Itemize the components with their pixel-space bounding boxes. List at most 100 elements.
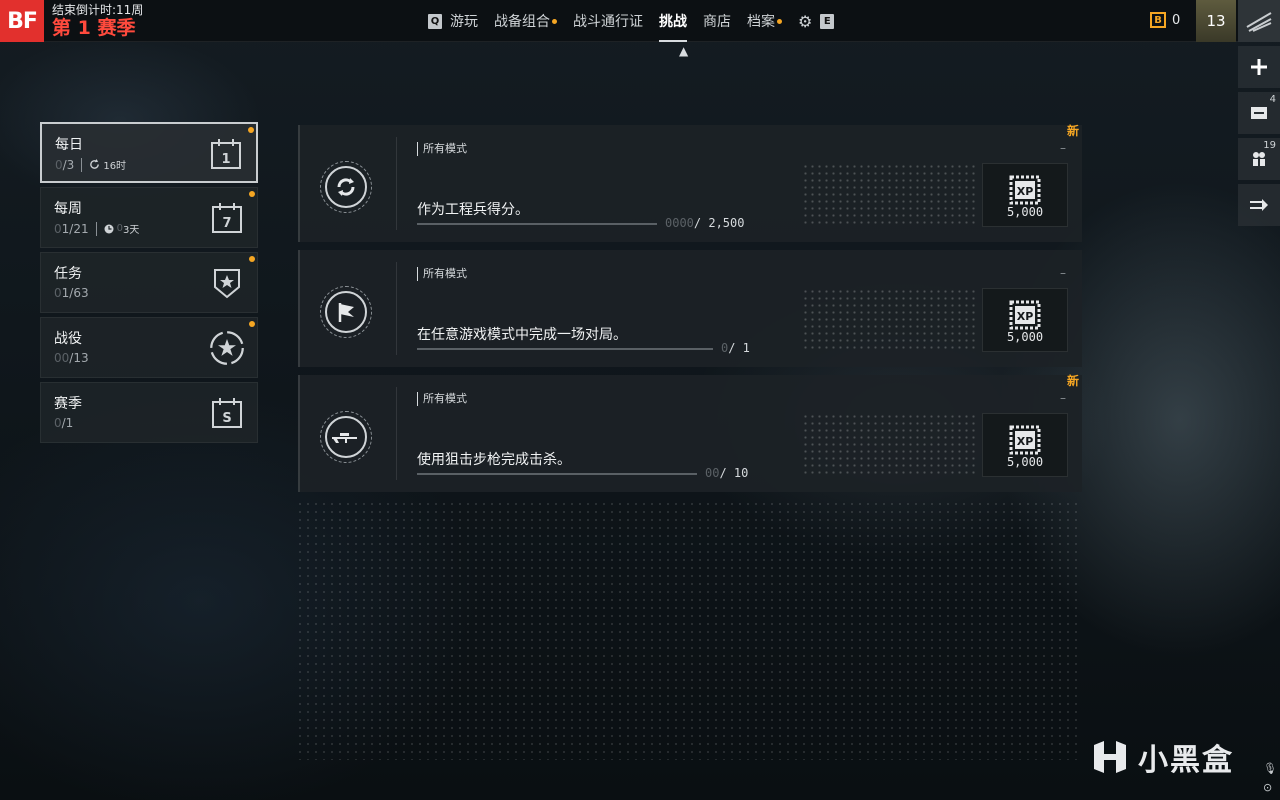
- notification-dot: [249, 256, 255, 262]
- bf-logo: BF: [0, 0, 44, 42]
- reset-timer: 16时: [89, 157, 126, 172]
- challenge-list: 新 – 所有模式 作为工程兵得分。 0000/ 2,500 XP 5,000 –…: [298, 124, 1082, 500]
- new-badge: 新: [1066, 124, 1079, 138]
- squad-count: 19: [1263, 140, 1276, 151]
- nav-store[interactable]: 商店: [703, 0, 731, 42]
- nav-battle-pass[interactable]: 战斗通行证: [573, 0, 643, 42]
- notification-dot: [777, 18, 782, 24]
- challenge-category-tabs: 每日 0/3 16时 1 每周 0 1/21 0 3天 7 任务 0 1/63 …: [40, 122, 258, 447]
- player-level[interactable]: 13: [1196, 0, 1236, 42]
- gear-icon[interactable]: ⚙: [798, 12, 812, 31]
- xp-amount: 5,000: [1006, 455, 1044, 469]
- season-info: 结束倒计时:11周 第 1 赛季: [52, 3, 143, 39]
- shield-star-icon: [214, 269, 240, 299]
- challenge-description: 使用狙击步枪完成击杀。: [417, 452, 571, 468]
- xp-reward: XP 5,000: [982, 163, 1068, 227]
- nav-next-key[interactable]: E: [820, 13, 835, 29]
- challenge-mode: 所有模式: [417, 392, 467, 406]
- player-emblem-icon[interactable]: [1238, 0, 1280, 42]
- challenge-description: 在任意游戏模式中完成一场对局。: [417, 327, 627, 343]
- microphone-icon[interactable]: 🎙: [1263, 762, 1277, 775]
- xp-amount: 5,000: [1006, 330, 1044, 344]
- card-status: –: [1060, 391, 1066, 405]
- xp-amount: 5,000: [1006, 205, 1044, 219]
- plus-icon: [1251, 59, 1267, 75]
- notification-dot: [249, 191, 255, 197]
- card-status: –: [1060, 266, 1066, 280]
- calendar-daily-icon: 1: [211, 139, 241, 169]
- challenge-card[interactable]: 新 – 所有模式 作为工程兵得分。 0000/ 2,500 XP 5,000: [298, 124, 1082, 242]
- nav-loadout[interactable]: 战备组合: [494, 0, 557, 42]
- calendar-weekly-icon: 7: [212, 203, 242, 233]
- challenge-mode: 所有模式: [417, 142, 467, 156]
- target-star-icon: [210, 331, 244, 365]
- challenge-badge: [320, 286, 372, 338]
- nav-challenges[interactable]: 挑战: [659, 0, 687, 42]
- engineer-repair-icon: [337, 178, 355, 196]
- svg-text:1: 1: [221, 152, 230, 167]
- watermark-text: 小黑盒: [1138, 743, 1234, 778]
- divider: [396, 137, 397, 230]
- divider: [396, 262, 397, 355]
- squad-icon: [1253, 152, 1265, 166]
- nav-play[interactable]: 游玩: [450, 0, 478, 42]
- nav-profile[interactable]: 档案: [747, 0, 782, 42]
- notification-dot: [249, 321, 255, 327]
- dot-pattern: [802, 163, 978, 225]
- challenge-mode: 所有模式: [417, 267, 467, 281]
- mail-icon: [1251, 107, 1267, 119]
- active-tab-caret-icon: ▲: [679, 44, 689, 58]
- challenge-card[interactable]: 新 – 所有模式 使用狙击步枪完成击杀。 00/ 10 XP 5,000: [298, 374, 1082, 492]
- svg-text:XP: XP: [1017, 310, 1034, 323]
- main-nav: Q 游玩 战备组合 战斗通行证 挑战 商店 档案 ⚙ E: [428, 0, 835, 42]
- tab-daily[interactable]: 每日 0/3 16时 1: [40, 122, 258, 183]
- mail-count: 4: [1269, 94, 1276, 105]
- squad-button[interactable]: 19: [1238, 138, 1280, 180]
- divider: [81, 157, 83, 172]
- xp-reward: XP 5,000: [982, 288, 1068, 352]
- svg-text:S: S: [222, 411, 231, 426]
- sniper-rifle-icon: [332, 433, 357, 443]
- currency-value: 0: [1172, 12, 1181, 28]
- new-badge: 新: [1066, 374, 1079, 388]
- svg-text:XP: XP: [1017, 185, 1034, 198]
- flag-icon: [338, 303, 354, 322]
- challenge-description: 作为工程兵得分。: [417, 202, 529, 218]
- xp-icon: XP: [1009, 300, 1041, 330]
- challenge-progress: 0/ 1: [721, 341, 750, 355]
- dot-grid-decoration: [296, 500, 1082, 760]
- nav-prev-key[interactable]: Q: [428, 13, 442, 29]
- currency: B 0: [1150, 12, 1180, 28]
- calendar-season-icon: S: [212, 398, 242, 428]
- refresh-icon: [90, 159, 100, 169]
- dot-pattern: [802, 413, 978, 475]
- watermark: 小黑盒: [1090, 735, 1234, 779]
- notification-dot: [248, 127, 254, 133]
- tab-season[interactable]: 赛季 0/1 S: [40, 382, 258, 443]
- divider: [95, 221, 97, 236]
- season-countdown: 结束倒计时:11周: [52, 3, 144, 17]
- challenge-card[interactable]: – 所有模式 在任意游戏模式中完成一场对局。 0/ 1 XP 5,000: [298, 250, 1082, 367]
- tab-campaign[interactable]: 战役 00/13: [40, 317, 258, 378]
- exit-button[interactable]: [1238, 184, 1280, 226]
- progress-bar: [417, 473, 697, 475]
- mail-button[interactable]: 4: [1238, 92, 1280, 134]
- battle-coin-icon: B: [1150, 12, 1166, 28]
- clock-icon: [104, 224, 114, 233]
- challenge-badge: [320, 161, 372, 213]
- tab-weekly[interactable]: 每周 0 1/21 0 3天 7: [40, 187, 258, 248]
- xp-icon: XP: [1009, 425, 1041, 455]
- tab-missions[interactable]: 任务 0 1/63: [40, 252, 258, 313]
- heybox-logo-icon: [1094, 741, 1126, 773]
- add-friend-button[interactable]: [1238, 46, 1280, 88]
- challenge-progress: 0000/ 2,500: [665, 216, 745, 230]
- settings-dot-icon[interactable]: ⊙: [1263, 781, 1272, 794]
- reset-timer: 0 3天: [104, 221, 139, 236]
- svg-text:XP: XP: [1017, 435, 1034, 448]
- season-title: 第 1 赛季: [52, 17, 136, 39]
- top-bar: BF 结束倒计时:11周 第 1 赛季 Q 游玩 战备组合 战斗通行证 挑战 商…: [0, 0, 1280, 42]
- xp-icon: XP: [1009, 175, 1041, 205]
- challenge-badge: [320, 411, 372, 463]
- right-rail: 4 19: [1238, 46, 1280, 230]
- svg-text:7: 7: [222, 216, 231, 231]
